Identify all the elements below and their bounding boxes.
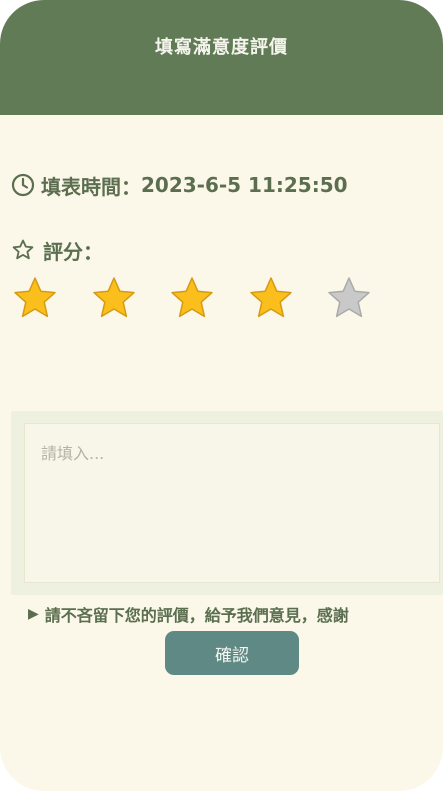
form-time-value: 2023-6-5 11:25:50 xyxy=(141,173,348,197)
form-time-label: 填表時間： xyxy=(41,174,141,199)
hint-text: 請不吝留下您的評價，給予我們意見，感謝 xyxy=(44,606,349,625)
star-filled-icon[interactable] xyxy=(248,276,294,322)
clock-icon xyxy=(11,173,35,197)
play-triangle-icon: ▶ xyxy=(28,606,39,622)
comment-input[interactable] xyxy=(24,423,440,583)
confirm-button[interactable]: 確認 xyxy=(165,631,299,675)
star-filled-icon[interactable] xyxy=(169,276,215,322)
star-filled-icon[interactable] xyxy=(91,276,137,322)
rating-row: 評分： xyxy=(11,236,103,264)
star-filled-icon[interactable] xyxy=(12,276,58,322)
header-bar: 填寫滿意度評價 xyxy=(0,0,443,115)
hint-row: ▶ 請不吝留下您的評價，給予我們意見，感謝 xyxy=(28,602,349,626)
page-title: 填寫滿意度評價 xyxy=(155,37,288,58)
rating-label: 評分： xyxy=(43,239,103,264)
app-screen: 填寫滿意度評價 填表時間： 2023-6-5 11:25:50 評分： ▶ 請不… xyxy=(0,0,443,791)
star-outline-icon xyxy=(12,239,34,260)
star-empty-icon[interactable] xyxy=(326,276,372,322)
star-rating xyxy=(0,276,443,326)
form-time-row: 填表時間： 2023-6-5 11:25:50 xyxy=(11,171,348,199)
